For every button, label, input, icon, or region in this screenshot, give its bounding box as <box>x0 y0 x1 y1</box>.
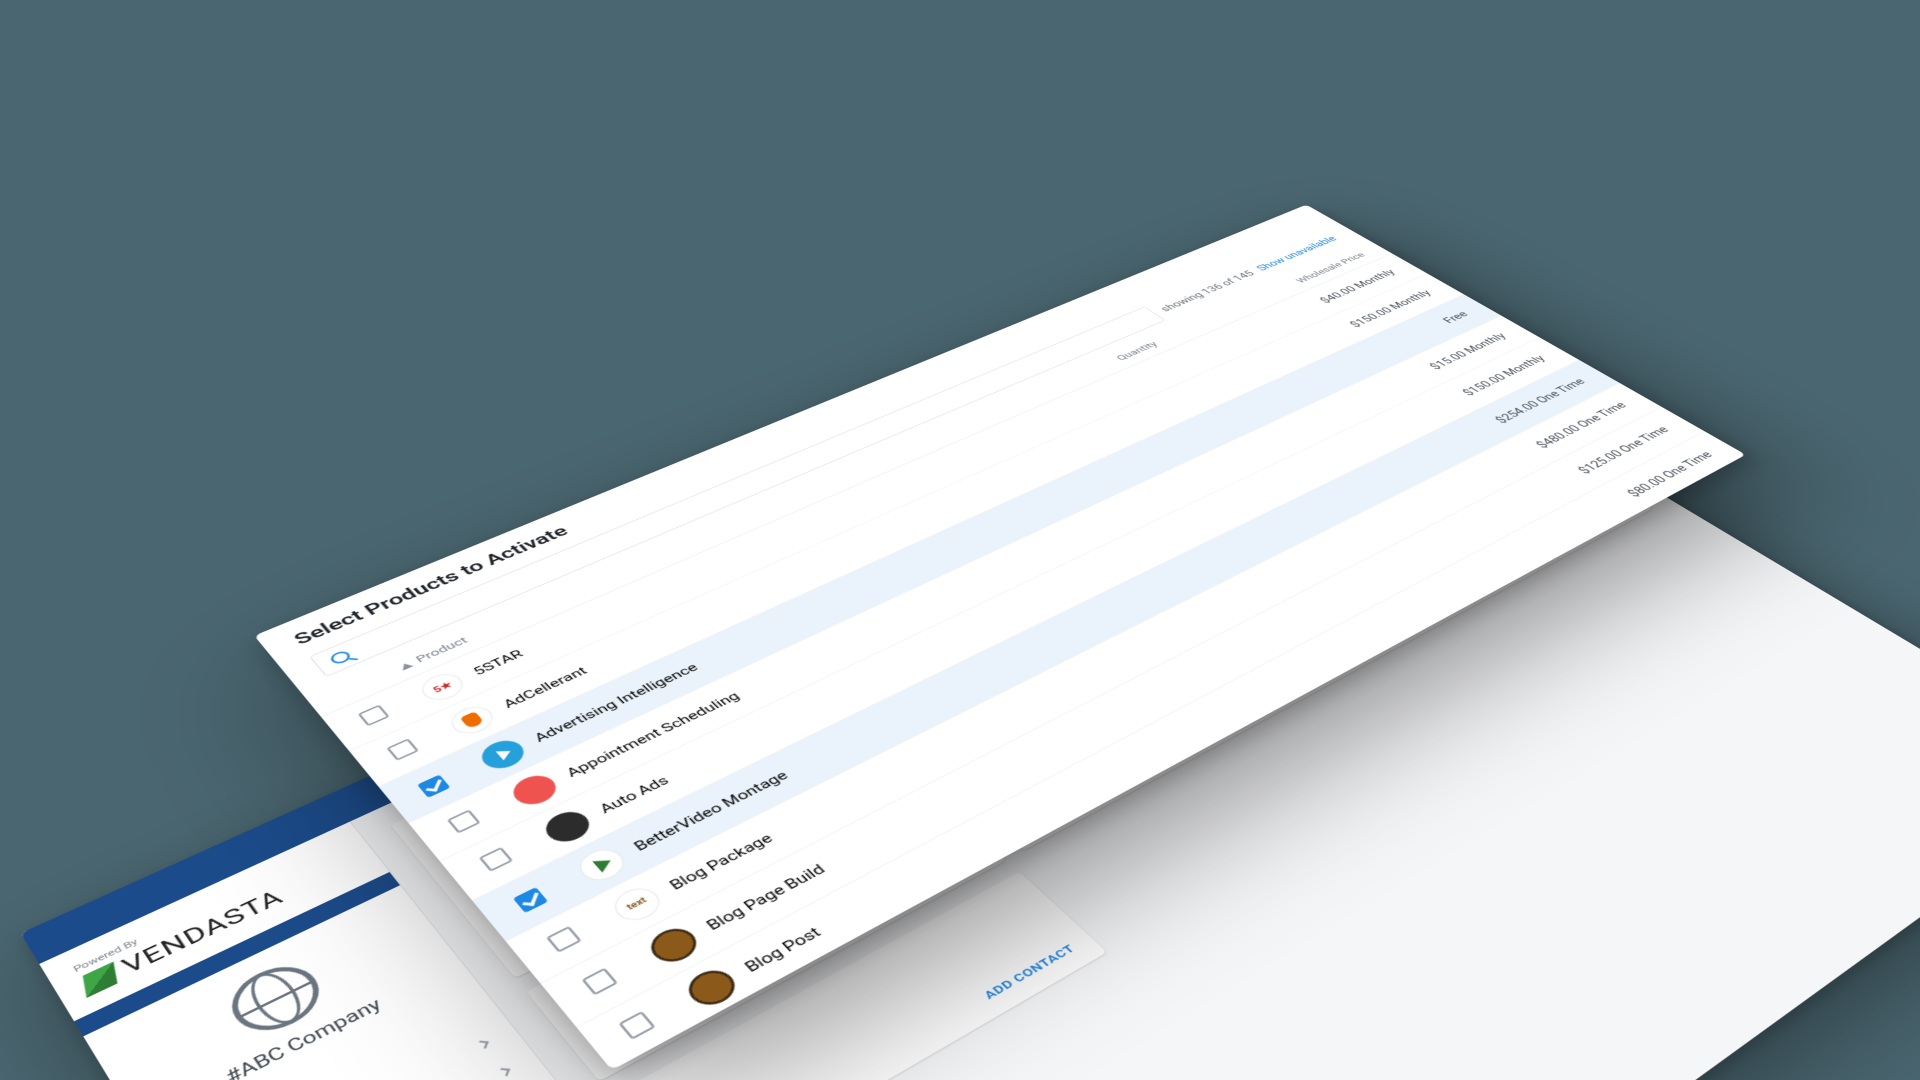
product-icon <box>506 770 563 810</box>
row-checkbox[interactable] <box>546 926 582 953</box>
product-icon <box>445 702 500 739</box>
sort-asc-icon <box>399 661 414 670</box>
product-name: 5STAR <box>470 647 526 678</box>
add-contact-button[interactable]: ADD CONTACT <box>981 942 1079 1002</box>
product-icon <box>475 735 531 773</box>
row-checkbox[interactable] <box>479 847 514 872</box>
product-icon <box>572 844 631 887</box>
row-checkbox[interactable] <box>447 809 481 833</box>
row-checkbox[interactable] <box>513 887 548 913</box>
product-icon: text <box>607 882 667 926</box>
row-checkbox[interactable] <box>358 705 390 727</box>
product-icon <box>539 806 597 847</box>
product-icon: 5★ <box>415 669 469 705</box>
chevron-right-icon <box>498 1068 510 1076</box>
row-checkbox[interactable] <box>386 738 419 760</box>
row-checkbox[interactable] <box>581 968 618 996</box>
chevron-right-icon <box>477 1040 489 1048</box>
row-checkbox[interactable] <box>417 775 450 798</box>
search-icon <box>328 649 353 665</box>
product-icon <box>643 922 705 968</box>
row-checkbox[interactable] <box>618 1011 656 1040</box>
